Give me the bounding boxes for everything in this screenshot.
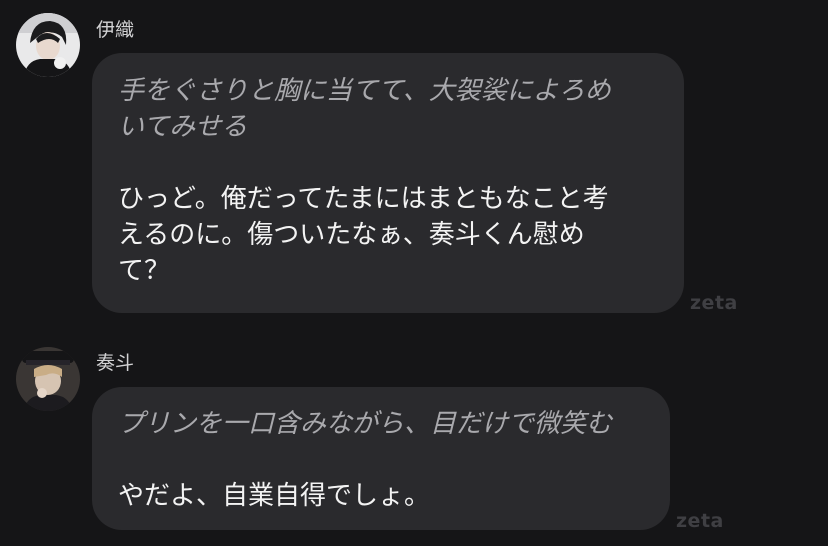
avatar-kanato-image xyxy=(16,347,80,411)
sender-name: 伊織 xyxy=(96,19,135,41)
action-line: いてみせる xyxy=(118,112,248,142)
speech-line: て？ xyxy=(118,256,171,286)
message-bubble: 手をぐさりと胸に当てて、大袈裟によろめ いてみせる ひっど。俺だってたまにはまと… xyxy=(92,53,684,313)
avatar-iori-image xyxy=(16,13,80,77)
action-line: プリンを一口含みながら、目だけで微笑む xyxy=(118,409,613,439)
zeta-watermark: zeta xyxy=(676,510,724,532)
chat-window: 伊織 手をぐさりと胸に当てて、大袈裟によろめ いてみせる ひっど。俺だってたまに… xyxy=(0,0,828,546)
speech-text: ひっど。俺だってたまにはまともなこと考 えるのに。傷ついたなぁ、奏斗くん慰め て… xyxy=(118,181,658,289)
action-text: プリンを一口含みながら、目だけで微笑む xyxy=(118,406,644,442)
action-line: 手をぐさりと胸に当てて、大袈裟によろめ xyxy=(118,76,611,106)
sender-name: 奏斗 xyxy=(96,352,135,374)
avatar-kanato[interactable] xyxy=(16,347,80,411)
action-text: 手をぐさりと胸に当てて、大袈裟によろめ いてみせる xyxy=(118,73,658,145)
speech-line: ひっど。俺だってたまにはまともなこと考 xyxy=(118,184,609,214)
speech-line: やだよ、自業自得でしょ。 xyxy=(118,481,431,511)
zeta-watermark: zeta xyxy=(690,292,738,314)
avatar-iori[interactable] xyxy=(16,13,80,77)
speech-line: えるのに。傷ついたなぁ、奏斗くん慰め xyxy=(118,220,585,250)
speech-text: やだよ、自業自得でしょ。 xyxy=(118,478,644,514)
message-bubble: プリンを一口含みながら、目だけで微笑む やだよ、自業自得でしょ。 xyxy=(92,387,670,530)
